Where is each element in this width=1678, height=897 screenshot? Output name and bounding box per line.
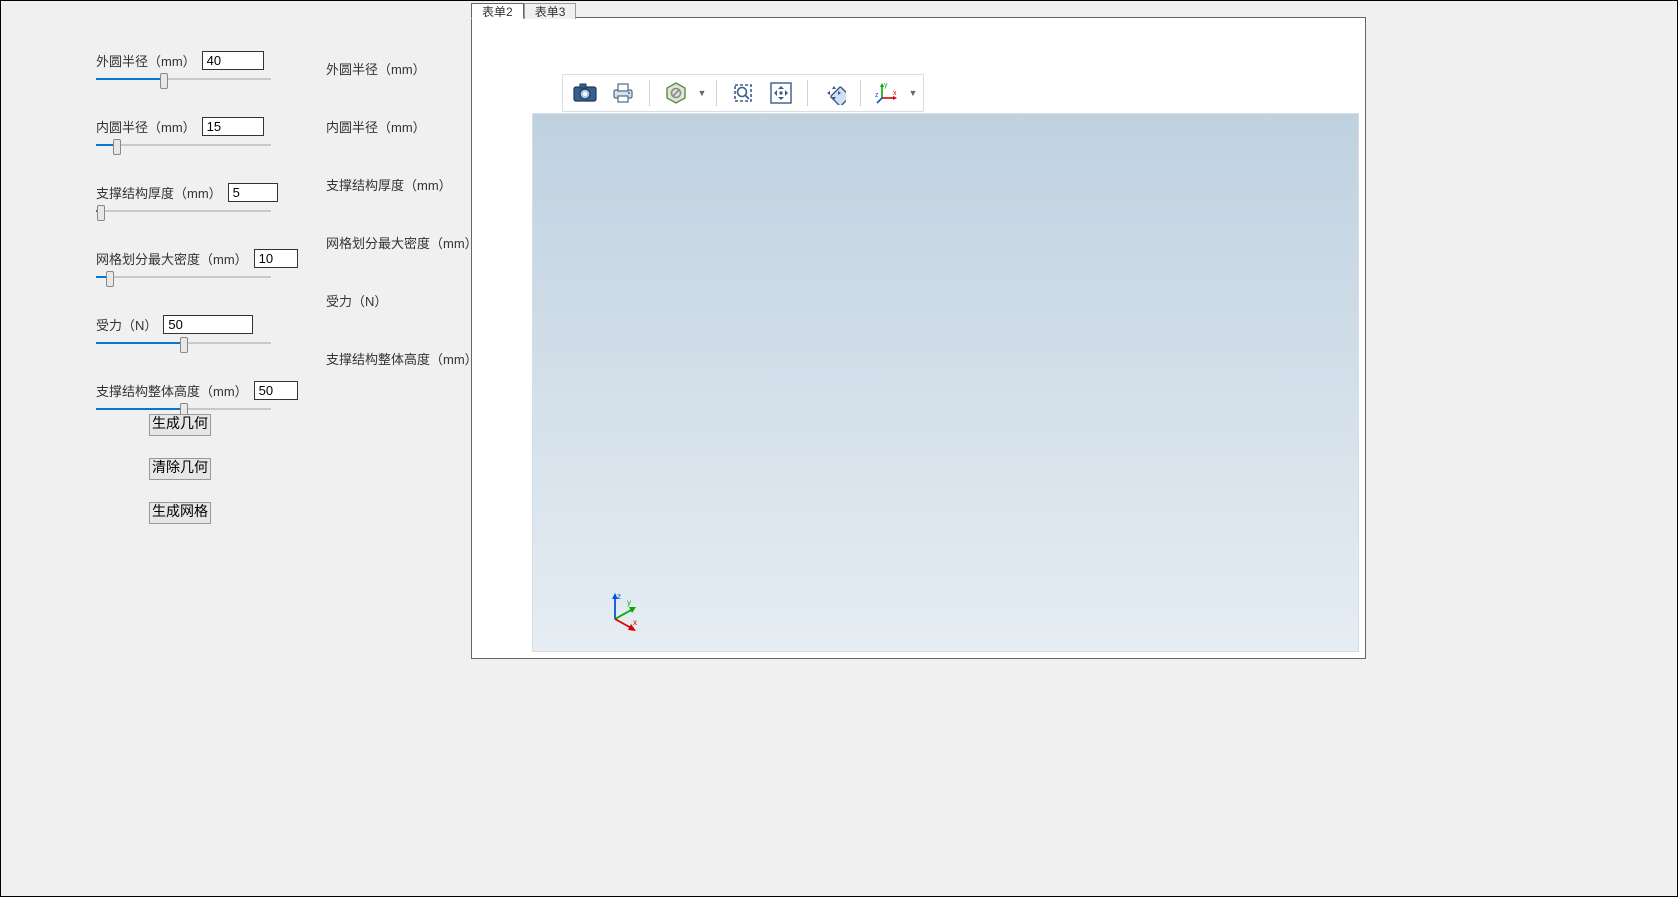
thickness-input[interactable] (228, 183, 278, 202)
svg-text:z: z (617, 592, 621, 601)
pan-icon[interactable] (763, 77, 799, 109)
height-input[interactable] (254, 381, 298, 400)
param-label: 内圆半径（mm） (96, 117, 196, 136)
readout-force: 受力（N） (326, 283, 476, 341)
svg-text:x: x (893, 90, 897, 97)
clear-geometry-button[interactable]: 清除几何 (149, 458, 211, 480)
outer-radius-input[interactable] (202, 51, 264, 70)
tab-form2[interactable]: 表单2 (471, 3, 524, 19)
param-inner-radius: 内圆半径（mm） (96, 117, 296, 151)
outer-radius-slider[interactable] (96, 73, 271, 85)
tab-form3[interactable]: 表单3 (524, 3, 577, 19)
param-height: 支撑结构整体高度（mm） (96, 381, 296, 415)
axis-triad-icon[interactable]: y x z (869, 77, 905, 109)
transparency-icon[interactable] (658, 77, 694, 109)
toolbar-separator (716, 80, 717, 106)
camera-icon[interactable] (567, 77, 603, 109)
mesh-density-input[interactable] (254, 249, 298, 268)
inner-radius-input[interactable] (202, 117, 264, 136)
zoom-box-icon[interactable] (725, 77, 761, 109)
zoom-extents-icon[interactable] (816, 77, 852, 109)
param-mesh-density: 网格划分最大密度（mm） (96, 249, 296, 283)
readout-outer-radius: 外圆半径（mm） (326, 51, 476, 109)
generate-mesh-button[interactable]: 生成网格 (149, 502, 211, 524)
svg-text:y: y (884, 82, 888, 89)
svg-text:x: x (633, 618, 637, 627)
svg-text:z: z (875, 92, 879, 99)
force-input[interactable] (163, 315, 253, 334)
transparency-dropdown[interactable]: ▼ (696, 77, 708, 109)
tab-bar: 表单2 表单3 (471, 3, 576, 21)
graphics-panel: ▼ (471, 17, 1366, 659)
action-buttons: 生成几何 清除几何 生成网格 (149, 414, 211, 524)
inner-radius-slider[interactable] (96, 139, 271, 151)
readout-inner-radius: 内圆半径（mm） (326, 109, 476, 167)
svg-text:y: y (627, 598, 631, 607)
param-label: 受力（N） (96, 315, 157, 334)
viewport-axis-triad: z y x (603, 591, 643, 631)
param-label: 外圆半径（mm） (96, 51, 196, 70)
readout-height: 支撑结构整体高度（mm） (326, 341, 476, 399)
param-outer-radius: 外圆半径（mm） (96, 51, 296, 85)
param-label: 支撑结构整体高度（mm） (96, 381, 248, 400)
graphics-toolbar: ▼ (562, 74, 924, 112)
param-thickness: 支撑结构厚度（mm） (96, 183, 296, 217)
param-force: 受力（N） (96, 315, 296, 349)
axis-dropdown[interactable]: ▼ (907, 77, 919, 109)
params-panel: 外圆半径（mm） 内圆半径（mm） 支撑结构厚度（m (96, 51, 296, 447)
toolbar-separator (807, 80, 808, 106)
generate-geometry-button[interactable]: 生成几何 (149, 414, 211, 436)
force-slider[interactable] (96, 337, 271, 349)
readout-mesh-density: 网格划分最大密度（mm） (326, 225, 476, 283)
mesh-density-slider[interactable] (96, 271, 271, 283)
toolbar-separator (649, 80, 650, 106)
readout-panel: 外圆半径（mm） 内圆半径（mm） 支撑结构厚度（mm） 网格划分最大密度（mm… (326, 51, 476, 399)
readout-thickness: 支撑结构厚度（mm） (326, 167, 476, 225)
thickness-slider[interactable] (96, 205, 271, 217)
param-label: 网格划分最大密度（mm） (96, 249, 248, 268)
graphics-viewport[interactable]: z y x (532, 113, 1359, 652)
app-root: 外圆半径（mm） 内圆半径（mm） 支撑结构厚度（m (0, 0, 1678, 897)
print-icon[interactable] (605, 77, 641, 109)
param-label: 支撑结构厚度（mm） (96, 183, 222, 202)
toolbar-separator (860, 80, 861, 106)
